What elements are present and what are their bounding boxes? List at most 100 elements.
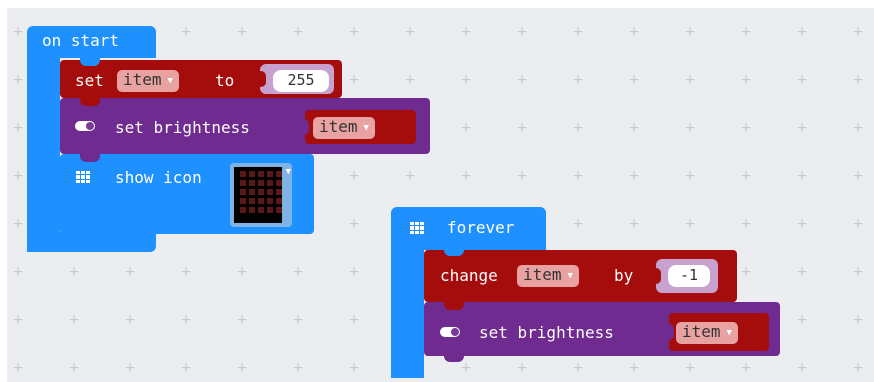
grid-plus-mark: + [740, 72, 752, 88]
grid-plus-mark: + [852, 24, 864, 40]
show-icon-label: show icon [115, 168, 202, 187]
grid-plus-mark: + [68, 312, 80, 328]
forever-label: forever [447, 218, 515, 237]
toggle-icon [440, 327, 460, 337]
grid-plus-mark: + [124, 360, 136, 376]
grid-plus-mark: + [796, 312, 808, 328]
grid-plus-mark: + [740, 216, 752, 232]
grid-plus-mark: + [236, 24, 248, 40]
grid-plus-mark: + [12, 312, 24, 328]
grid-icon [410, 222, 424, 234]
dropdown-arrow-icon: ▼ [726, 328, 732, 338]
variable-dropdown-item[interactable]: item ▼ [517, 265, 579, 287]
grid-plus-mark: + [684, 216, 696, 232]
led-image-picker[interactable]: ▼ [230, 163, 292, 227]
grid-plus-mark: + [684, 168, 696, 184]
grid-icon [76, 171, 90, 183]
grid-plus-mark: + [684, 360, 696, 376]
grid-plus-mark: + [348, 216, 360, 232]
change-keyword: change [440, 266, 498, 285]
variable-name: item [123, 70, 162, 89]
grid-plus-mark: + [12, 216, 24, 232]
grid-plus-mark: + [180, 24, 192, 40]
grid-plus-mark: + [628, 360, 640, 376]
brightness-variable-dropdown[interactable]: item ▼ [313, 117, 375, 139]
grid-plus-mark: + [12, 168, 24, 184]
grid-plus-mark: + [740, 24, 752, 40]
brightness-variable-dropdown[interactable]: item ▼ [676, 322, 738, 344]
grid-plus-mark: + [292, 24, 304, 40]
grid-plus-mark: + [740, 360, 752, 376]
grid-plus-mark: + [348, 264, 360, 280]
grid-plus-mark: + [124, 264, 136, 280]
on-start-label: on start [42, 31, 120, 50]
grid-plus-mark: + [12, 120, 24, 136]
grid-plus-mark: + [348, 72, 360, 88]
grid-plus-mark: + [12, 264, 24, 280]
value-input-255[interactable]: 255 [273, 70, 329, 92]
grid-plus-mark: + [292, 360, 304, 376]
grid-plus-mark: + [740, 264, 752, 280]
grid-plus-mark: + [404, 72, 416, 88]
grid-plus-mark: + [852, 264, 864, 280]
grid-plus-mark: + [348, 24, 360, 40]
grid-plus-mark: + [236, 312, 248, 328]
grid-plus-mark: + [12, 72, 24, 88]
grid-plus-mark: + [572, 216, 584, 232]
grid-plus-mark: + [12, 360, 24, 376]
grid-plus-mark: + [740, 120, 752, 136]
grid-plus-mark: + [796, 360, 808, 376]
grid-plus-mark: + [460, 24, 472, 40]
grid-plus-mark: + [852, 360, 864, 376]
grid-plus-mark: + [348, 360, 360, 376]
grid-plus-mark: + [796, 72, 808, 88]
variable-name: item [682, 322, 721, 341]
toggle-icon [75, 121, 95, 131]
grid-plus-mark: + [12, 24, 24, 40]
led-heart-icon [234, 167, 282, 223]
grid-plus-mark: + [572, 24, 584, 40]
grid-plus-mark: + [628, 24, 640, 40]
grid-plus-mark: + [572, 360, 584, 376]
grid-plus-mark: + [852, 216, 864, 232]
grid-plus-mark: + [572, 72, 584, 88]
set-keyword: set [75, 71, 104, 90]
grid-plus-mark: + [236, 360, 248, 376]
grid-plus-mark: + [236, 264, 248, 280]
grid-plus-mark: + [572, 120, 584, 136]
grid-plus-mark: + [292, 312, 304, 328]
value-input-minus-1[interactable]: -1 [668, 265, 710, 287]
grid-plus-mark: + [68, 360, 80, 376]
grid-plus-mark: + [292, 264, 304, 280]
grid-plus-mark: + [628, 72, 640, 88]
grid-plus-mark: + [124, 312, 136, 328]
dropdown-arrow-icon: ▼ [567, 271, 573, 281]
grid-plus-mark: + [516, 120, 528, 136]
grid-plus-mark: + [628, 168, 640, 184]
grid-plus-mark: + [460, 360, 472, 376]
variable-dropdown-item[interactable]: item ▼ [117, 70, 179, 92]
grid-plus-mark: + [852, 312, 864, 328]
grid-plus-mark: + [460, 120, 472, 136]
grid-plus-mark: + [628, 120, 640, 136]
grid-plus-mark: + [796, 168, 808, 184]
dropdown-arrow-icon: ▼ [285, 167, 291, 177]
variable-name: item [319, 117, 358, 136]
dropdown-arrow-icon: ▼ [167, 76, 173, 86]
grid-plus-mark: + [460, 72, 472, 88]
grid-plus-mark: + [180, 360, 192, 376]
grid-plus-mark: + [68, 264, 80, 280]
grid-plus-mark: + [684, 24, 696, 40]
grid-plus-mark: + [796, 216, 808, 232]
grid-plus-mark: + [460, 168, 472, 184]
grid-plus-mark: + [684, 72, 696, 88]
variable-name: item [523, 265, 562, 284]
grid-plus-mark: + [796, 264, 808, 280]
grid-plus-mark: + [516, 360, 528, 376]
brightness-label: set brightness [479, 323, 614, 342]
grid-plus-mark: + [684, 120, 696, 136]
grid-plus-mark: + [572, 168, 584, 184]
grid-plus-mark: + [796, 120, 808, 136]
grid-plus-mark: + [852, 72, 864, 88]
grid-plus-mark: + [348, 312, 360, 328]
